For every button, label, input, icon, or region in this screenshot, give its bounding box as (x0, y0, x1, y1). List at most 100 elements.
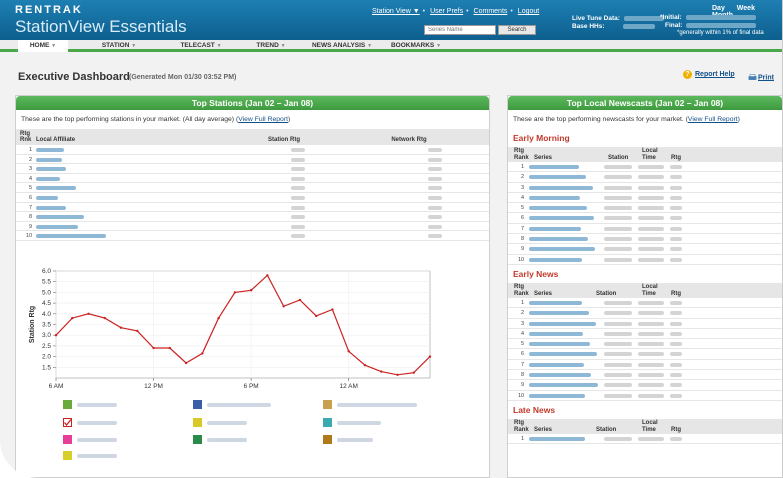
col-time[interactable]: Time (642, 155, 656, 161)
table-row[interactable]: 3 (508, 183, 782, 193)
series-link-redacted[interactable] (529, 257, 582, 262)
table-row[interactable]: 4 (508, 329, 782, 340)
table-row[interactable]: 7 (16, 203, 489, 213)
series-link-redacted[interactable] (529, 206, 587, 211)
table-row[interactable]: 6 (16, 193, 489, 203)
col-rtg[interactable]: Rtg (671, 291, 681, 297)
col-affiliate[interactable]: Local Affiliate (36, 137, 75, 143)
series-link-redacted[interactable] (529, 373, 591, 378)
col-series[interactable]: Series (534, 427, 552, 433)
series-link-redacted[interactable] (529, 352, 597, 357)
affiliate-link-redacted[interactable] (36, 234, 106, 239)
user-prefs-link[interactable]: User Prefs (430, 8, 463, 15)
table-row[interactable]: 7 (508, 224, 782, 235)
table-row[interactable]: 6 (508, 349, 782, 360)
legend-swatch[interactable] (63, 451, 72, 460)
table-row[interactable]: 10 (508, 255, 782, 265)
series-link-redacted[interactable] (529, 321, 596, 326)
print-link[interactable]: Print (748, 74, 774, 81)
col-time[interactable]: Time (642, 427, 656, 433)
affiliate-link-redacted[interactable] (36, 167, 66, 172)
table-row[interactable]: 3 (16, 164, 489, 174)
affiliate-link-redacted[interactable] (36, 186, 76, 191)
nav-station[interactable]: STATION ▼ (88, 40, 150, 52)
col-station[interactable]: Station (596, 427, 616, 433)
col-series[interactable]: Series (534, 155, 552, 161)
table-row[interactable]: 3 (508, 319, 782, 329)
col-rtg[interactable]: Rtg (671, 427, 681, 433)
col-time[interactable]: Time (642, 291, 656, 297)
nav-home[interactable]: HOME ▼ (18, 40, 68, 52)
top-newscasts-full-report-link[interactable]: View Full Report (688, 116, 738, 123)
period-day[interactable]: Day (712, 5, 725, 12)
legend-swatch[interactable] (323, 400, 332, 409)
nav-telecast[interactable]: TELECAST ▼ (168, 40, 234, 52)
table-row[interactable]: 1 (508, 434, 782, 445)
comments-link[interactable]: Comments (474, 8, 508, 15)
affiliate-link-redacted[interactable] (36, 215, 84, 220)
legend-swatch[interactable] (193, 400, 202, 409)
table-row[interactable]: 5 (508, 203, 782, 214)
table-row[interactable]: 7 (508, 360, 782, 371)
legend-swatch[interactable] (193, 435, 202, 444)
series-link-redacted[interactable] (529, 216, 594, 221)
search-button[interactable]: Search (498, 25, 536, 35)
series-link-redacted[interactable] (529, 383, 598, 388)
period-week[interactable]: Week (737, 5, 755, 12)
series-link-redacted[interactable] (529, 311, 589, 316)
col-network-rtg[interactable]: Network Rtg (391, 137, 426, 143)
table-row[interactable]: 8 (16, 212, 489, 222)
affiliate-link-redacted[interactable] (36, 157, 62, 162)
table-row[interactable]: 4 (16, 174, 489, 184)
legend-swatch[interactable] (323, 435, 332, 444)
legend-checkbox-checked[interactable] (63, 418, 72, 427)
series-link-redacted[interactable] (529, 237, 588, 242)
legend-swatch[interactable] (323, 418, 332, 427)
station-view-link[interactable]: Station View ▼ (372, 8, 420, 15)
affiliate-link-redacted[interactable] (36, 205, 66, 210)
table-row[interactable]: 2 (16, 155, 489, 165)
affiliate-link-redacted[interactable] (36, 148, 64, 152)
legend-swatch[interactable] (193, 418, 202, 427)
series-link-redacted[interactable] (529, 175, 586, 180)
series-link-redacted[interactable] (529, 185, 593, 190)
logout-link[interactable]: Logout (518, 8, 539, 15)
table-row[interactable]: 5 (16, 183, 489, 193)
legend-swatch[interactable] (63, 435, 72, 444)
series-link-redacted[interactable] (529, 331, 583, 336)
table-row[interactable]: 10 (508, 391, 782, 401)
affiliate-link-redacted[interactable] (36, 176, 60, 181)
affiliate-link-redacted[interactable] (36, 195, 58, 200)
table-row[interactable]: 9 (508, 380, 782, 391)
col-station[interactable]: Station (596, 291, 616, 297)
table-row[interactable]: 8 (508, 370, 782, 381)
series-link-redacted[interactable] (529, 165, 579, 169)
legend-swatch[interactable] (63, 400, 72, 409)
series-link-redacted[interactable] (529, 393, 585, 398)
series-link-redacted[interactable] (529, 226, 581, 231)
nav-bookmarks[interactable]: BOOKMARKS ▼ (387, 40, 445, 52)
table-row[interactable]: 10 (16, 231, 489, 241)
series-link-redacted[interactable] (529, 362, 584, 367)
series-link-redacted[interactable] (529, 247, 595, 252)
col-station-rtg[interactable]: Station Rtg (268, 137, 300, 143)
series-link-redacted[interactable] (529, 436, 585, 441)
table-row[interactable]: 9 (16, 222, 489, 232)
table-row[interactable]: 8 (508, 234, 782, 245)
col-station[interactable]: Station (608, 155, 628, 161)
series-link-redacted[interactable] (529, 195, 580, 200)
series-link-redacted[interactable] (529, 342, 590, 347)
col-series[interactable]: Series (534, 291, 552, 297)
table-row[interactable]: 2 (508, 308, 782, 319)
table-row[interactable]: 6 (508, 213, 782, 224)
table-row[interactable]: 4 (508, 193, 782, 204)
table-row[interactable]: 1 (508, 162, 782, 173)
table-row[interactable]: 2 (508, 172, 782, 183)
table-row[interactable]: 9 (508, 244, 782, 255)
report-help[interactable]: ? Report Help (683, 70, 735, 79)
table-row[interactable]: 1 (508, 298, 782, 309)
top-stations-full-report-link[interactable]: View Full Report (238, 116, 288, 123)
affiliate-link-redacted[interactable] (36, 224, 78, 229)
nav-news-analysis[interactable]: NEWS ANALYSIS ▼ (307, 40, 377, 52)
nav-trend[interactable]: TREND ▼ (245, 40, 297, 52)
